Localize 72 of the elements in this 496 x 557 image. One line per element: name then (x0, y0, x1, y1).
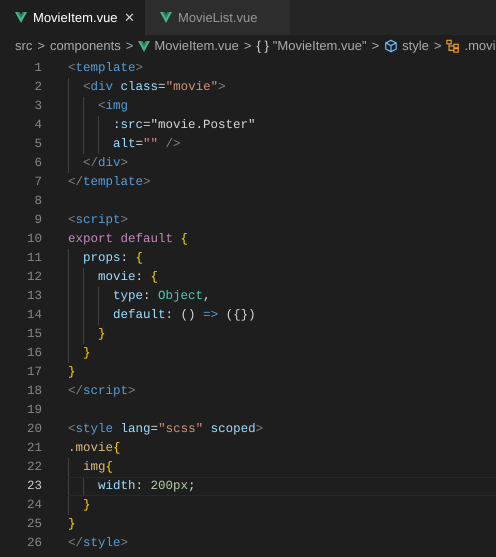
line-number: 7 (33, 174, 42, 192)
line-number: 25 (26, 516, 42, 534)
line-number: 2 (33, 79, 42, 96)
line-number: 23 (26, 478, 42, 496)
chevron-icon: > (434, 36, 442, 56)
line-number: 10 (26, 231, 42, 248)
code-line: export default { (68, 231, 188, 248)
code-line: <img (97, 98, 128, 116)
vue-icon (15, 12, 27, 23)
code-line: </div> (82, 155, 128, 172)
line-number: 22 (26, 459, 42, 476)
line-number: 24 (26, 497, 42, 514)
vue-icon (138, 40, 150, 52)
breadcrumb-item[interactable]: MovieItem.vue (154, 36, 239, 56)
chevron-icon: > (37, 36, 45, 56)
close-icon[interactable]: ✕ (124, 8, 135, 28)
breadcrumb-item[interactable]: .movi (464, 36, 496, 56)
code-line: img{ (82, 459, 114, 476)
line-number: 4 (33, 117, 42, 134)
code-line: } (97, 326, 106, 344)
code-line: .movie{ (68, 440, 121, 458)
line-number: 14 (26, 307, 42, 324)
vue-icon (160, 12, 172, 23)
code-line: } (82, 497, 91, 514)
chevron-icon: > (244, 36, 252, 56)
cube-icon (384, 39, 398, 53)
code-line: <div class="movie"> (82, 79, 226, 96)
chevron-icon: > (372, 36, 380, 56)
line-number: 19 (26, 402, 42, 420)
breadcrumb-item[interactable]: components (50, 36, 121, 56)
editor-tab[interactable]: MovieList.vue (145, 0, 290, 35)
line-number: 26 (26, 535, 42, 552)
code-line: movie: { (97, 269, 158, 286)
line-number: 13 (26, 288, 42, 306)
code-line: <template> (68, 60, 144, 78)
breadcrumb-item[interactable]: style (402, 36, 429, 56)
line-number: 1 (33, 60, 42, 78)
code-line: width: 200px; (97, 478, 196, 496)
line-number: 17 (26, 364, 42, 382)
code-line: </script> (68, 383, 136, 400)
code-line: :src="movie.Poster" (112, 117, 256, 134)
line-number: 12 (26, 269, 42, 286)
symbol-icon (446, 39, 460, 53)
tab-label: MovieItem.vue (33, 8, 118, 27)
line-number: 5 (33, 136, 42, 154)
line-number: 15 (26, 326, 42, 344)
code-line: <style lang="scss" scoped> (68, 421, 264, 438)
code-line: type: Object, (112, 288, 211, 306)
line-number: 21 (26, 440, 42, 458)
tab-label: MovieList.vue (178, 8, 258, 27)
breadcrumb-item[interactable]: src (15, 36, 32, 56)
code-line: <script> (68, 212, 128, 230)
line-number: 3 (33, 98, 42, 116)
line-number: 6 (33, 155, 42, 172)
code-line: alt="" /> (112, 136, 181, 154)
line-number: 20 (26, 421, 42, 438)
breadcrumb-item[interactable]: "MovieItem.vue" (272, 36, 367, 56)
code-line: default: () => ({}) (112, 307, 256, 324)
code-line: </template> (68, 174, 151, 192)
line-number: 16 (26, 345, 42, 362)
line-number: 8 (33, 193, 42, 210)
editor-tab[interactable]: MovieItem.vue ✕ (0, 0, 145, 35)
line-number: 18 (26, 383, 42, 400)
braces-icon: { } (256, 36, 269, 56)
line-number: 11 (26, 250, 42, 268)
code-line: </style> (68, 535, 128, 552)
code-line: } (82, 345, 91, 362)
line-number: 9 (33, 212, 42, 230)
code-line: } (68, 516, 76, 534)
code-line: props: { (82, 250, 144, 268)
chevron-icon: > (126, 36, 134, 56)
code-line: } (68, 364, 76, 382)
